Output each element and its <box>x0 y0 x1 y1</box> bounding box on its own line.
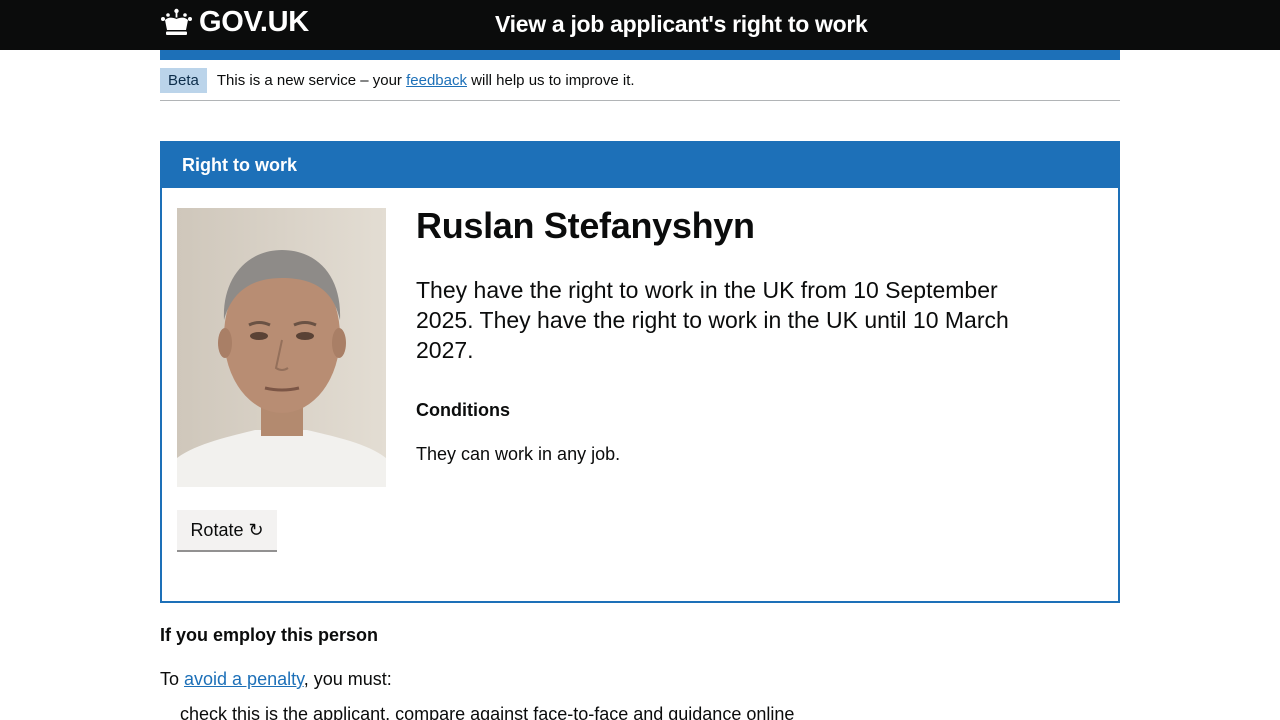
phase-text-after: will help us to improve it. <box>467 71 635 89</box>
govuk-logo-link[interactable]: GOV.UK <box>160 6 309 39</box>
employ-text: To avoid a penalty, you must: <box>160 669 1120 690</box>
header-blue-strip <box>160 50 1120 60</box>
employ-section: If you employ this person To avoid a pen… <box>160 625 1120 720</box>
phase-text: This is a new service – your feedback wi… <box>217 72 635 89</box>
employ-text-after: , you must: <box>303 669 392 689</box>
phase-text-before: This is a new service – your <box>216 71 407 89</box>
phase-banner: Beta This is a new service – your feedba… <box>160 60 1120 101</box>
right-to-work-status: They have the right to work in the UK fr… <box>416 277 1009 363</box>
right-to-work-panel: Right to work Rotate ↻ Ruslan Stefanyshy… <box>160 141 1120 603</box>
feedback-link[interactable]: feedback <box>406 72 467 89</box>
avoid-penalty-link[interactable]: avoid a penalty <box>184 669 304 689</box>
crown-icon <box>161 8 192 35</box>
applicant-details: Ruslan Stefanyshyn They have the right t… <box>416 205 1036 465</box>
rotate-button[interactable]: Rotate ↻ <box>177 510 277 552</box>
govuk-logo-text: GOV.UK <box>199 6 309 38</box>
phase-tag: Beta <box>160 67 207 93</box>
employ-text-before: To <box>160 669 185 689</box>
applicant-name: Ruslan Stefanyshyn <box>416 205 755 246</box>
panel-title: Right to work <box>162 143 1118 188</box>
service-name-link[interactable]: View a job applicant's right to work <box>495 11 868 38</box>
site-header: GOV.UK View a job applicant's right to w… <box>0 0 1280 50</box>
employ-list-item: check this is the applicant, compare aga… <box>180 704 795 720</box>
conditions-text: They can work in any job. <box>416 444 621 464</box>
applicant-photo <box>177 208 386 487</box>
employ-heading: If you employ this person <box>160 625 379 645</box>
conditions-heading: Conditions <box>416 400 510 420</box>
